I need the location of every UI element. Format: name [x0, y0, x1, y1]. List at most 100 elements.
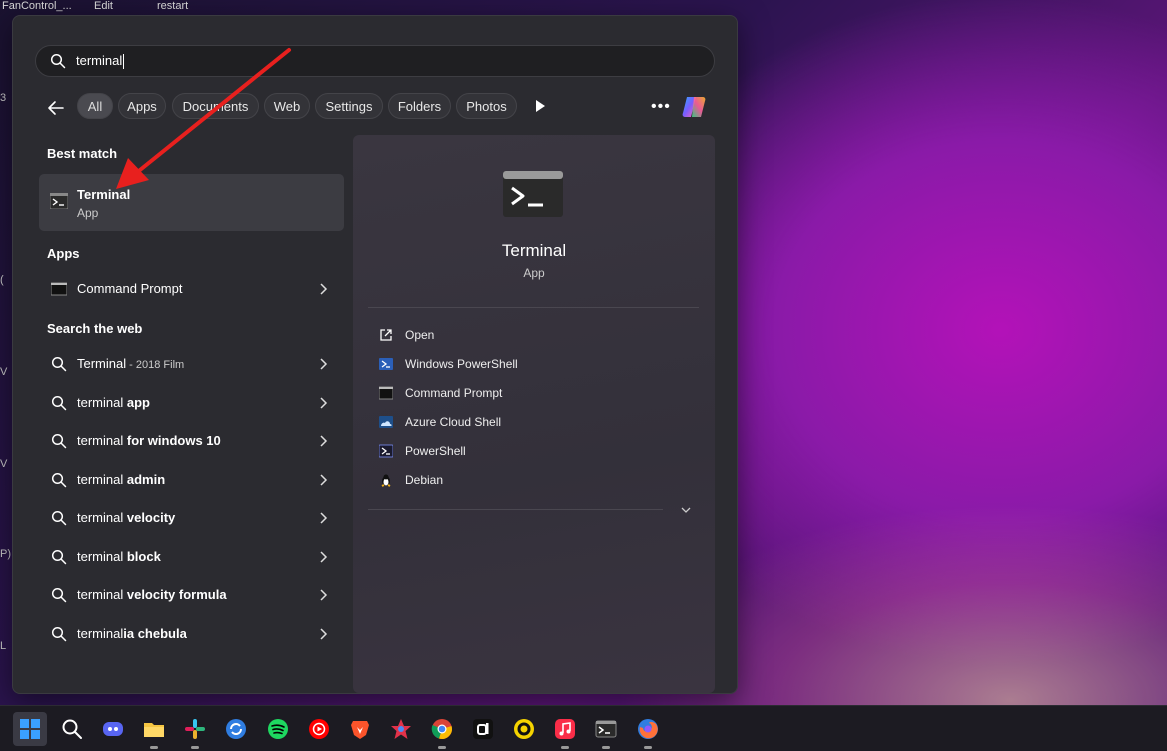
music-icon: [555, 719, 575, 739]
firefox-icon: [638, 719, 658, 739]
filter-chip-apps[interactable]: Apps: [118, 93, 166, 119]
action-windows-powershell[interactable]: Windows PowerShell: [379, 355, 679, 375]
desktop-edge-text: 3: [0, 92, 7, 104]
chevron-right-icon[interactable]: [318, 434, 328, 448]
search-icon: [51, 395, 67, 411]
app-item-command-prompt[interactable]: Command Prompt: [39, 272, 344, 306]
web-suggestion-label: terminal velocity formula: [77, 587, 227, 602]
action-debian[interactable]: Debian: [379, 471, 679, 491]
desktop-label-edit[interactable]: Edit: [94, 0, 113, 12]
more-options-button[interactable]: •••: [651, 98, 671, 116]
chevron-right-icon[interactable]: [318, 357, 328, 371]
action-label: Command Prompt: [405, 386, 503, 400]
web-suggestion[interactable]: terminal block: [39, 540, 344, 574]
more-filters-play-icon[interactable]: [536, 100, 545, 112]
chevron-down-icon[interactable]: [680, 505, 692, 515]
web-suggestion[interactable]: Terminal - 2018 Film: [39, 347, 344, 381]
discord-icon: [103, 722, 123, 736]
search-icon: [51, 549, 67, 565]
filter-chip-settings[interactable]: Settings: [315, 93, 383, 119]
filter-chip-documents[interactable]: Documents: [172, 93, 259, 119]
desktop-label-restart[interactable]: restart: [157, 0, 188, 12]
preview-app-name: Terminal: [501, 241, 567, 260]
chevron-right-icon[interactable]: [318, 627, 328, 641]
taskbar-chrome[interactable]: [425, 712, 459, 749]
ring-app-icon: [514, 719, 534, 739]
preview-pane: Terminal App Open Windows PowerShell Com…: [353, 135, 715, 693]
search-icon: [51, 510, 67, 526]
search-icon: [51, 587, 67, 603]
web-suggestion-label: terminal admin: [77, 472, 166, 487]
best-match-terminal[interactable]: Terminal App: [39, 174, 344, 231]
sync-icon: [226, 719, 246, 739]
taskbar-brave[interactable]: [343, 712, 377, 746]
taskbar-slack[interactable]: [178, 712, 212, 749]
web-suggestion[interactable]: terminal velocity: [39, 501, 344, 535]
taskbar-firefox-dev[interactable]: [631, 712, 665, 749]
web-suggestion[interactable]: terminalia chebula: [39, 617, 344, 651]
taskbar-spotify[interactable]: [261, 712, 295, 746]
chevron-right-icon[interactable]: [318, 550, 328, 564]
chevron-right-icon[interactable]: [318, 396, 328, 410]
action-powershell[interactable]: PowerShell: [379, 442, 679, 462]
taskbar-search-button[interactable]: [55, 712, 89, 746]
chevron-right-icon[interactable]: [318, 282, 328, 296]
search-web-heading: Search the web: [47, 321, 143, 336]
action-label: Azure Cloud Shell: [405, 415, 502, 429]
taskbar-file-explorer[interactable]: [137, 712, 171, 749]
desktop-edge-text: V: [0, 458, 8, 470]
desktop-edge-text: V: [0, 366, 8, 378]
brave-icon: [351, 721, 369, 739]
search-icon: [51, 433, 67, 449]
search-box[interactable]: terminal: [35, 45, 715, 77]
action-command-prompt[interactable]: Command Prompt: [379, 384, 679, 404]
running-indicator: [150, 746, 158, 749]
search-icon: [51, 472, 67, 488]
start-button[interactable]: [13, 712, 47, 746]
taskbar-discord[interactable]: [96, 712, 130, 746]
open-external-icon: [380, 329, 392, 341]
filter-chip-web[interactable]: Web: [264, 93, 310, 119]
running-indicator: [438, 746, 446, 749]
apps-heading: Apps: [47, 246, 80, 261]
filter-chip-all[interactable]: All: [77, 93, 113, 119]
app-a-icon: [473, 719, 493, 739]
filter-bar: All Apps Documents Web Settings Folders …: [13, 93, 737, 121]
chevron-right-icon[interactable]: [318, 473, 328, 487]
desktop-label-fancontrol[interactable]: FanControl_...: [2, 0, 72, 12]
chevron-right-icon[interactable]: [318, 588, 328, 602]
web-suggestion-label: terminalia chebula: [77, 626, 187, 641]
action-label: PowerShell: [405, 444, 466, 458]
star-app-icon: [391, 719, 411, 739]
taskbar-sync-app[interactable]: [219, 712, 253, 746]
command-prompt-icon: [51, 282, 67, 296]
web-suggestion-label: terminal for windows 10: [77, 433, 221, 448]
chevron-right-icon[interactable]: [318, 511, 328, 525]
taskbar-youtube-music[interactable]: [302, 712, 336, 746]
search-input[interactable]: terminal: [76, 53, 125, 70]
web-suggestion-label: terminal velocity: [77, 510, 176, 525]
app-item-label: Command Prompt: [77, 281, 183, 296]
action-open[interactable]: Open: [379, 326, 679, 346]
desktop-edge-text: P): [0, 548, 11, 560]
taskbar-terminal[interactable]: [589, 712, 623, 749]
web-suggestion[interactable]: terminal admin: [39, 463, 344, 497]
web-suggestion-label: terminal block: [77, 549, 161, 564]
search-icon: [50, 53, 66, 69]
search-icon: [51, 626, 67, 642]
web-suggestion[interactable]: terminal for windows 10: [39, 424, 344, 458]
taskbar-ring-app[interactable]: [507, 712, 541, 746]
taskbar-app-a[interactable]: [466, 712, 500, 746]
action-azure-cloud-shell[interactable]: Azure Cloud Shell: [379, 413, 679, 433]
web-suggestion[interactable]: terminal velocity formula: [39, 578, 344, 612]
filter-chip-photos[interactable]: Photos: [456, 93, 517, 119]
filter-chip-folders[interactable]: Folders: [388, 93, 451, 119]
taskbar-star-app[interactable]: [384, 712, 418, 746]
back-arrow-icon[interactable]: [45, 97, 67, 119]
powershell-icon: [379, 358, 393, 370]
web-suggestion[interactable]: terminal app: [39, 386, 344, 420]
copilot-icon[interactable]: [681, 93, 709, 121]
search-icon: [51, 356, 67, 372]
start-search-panel: terminal All Apps Documents Web Settings…: [12, 15, 738, 694]
taskbar-apple-music[interactable]: [548, 712, 582, 749]
